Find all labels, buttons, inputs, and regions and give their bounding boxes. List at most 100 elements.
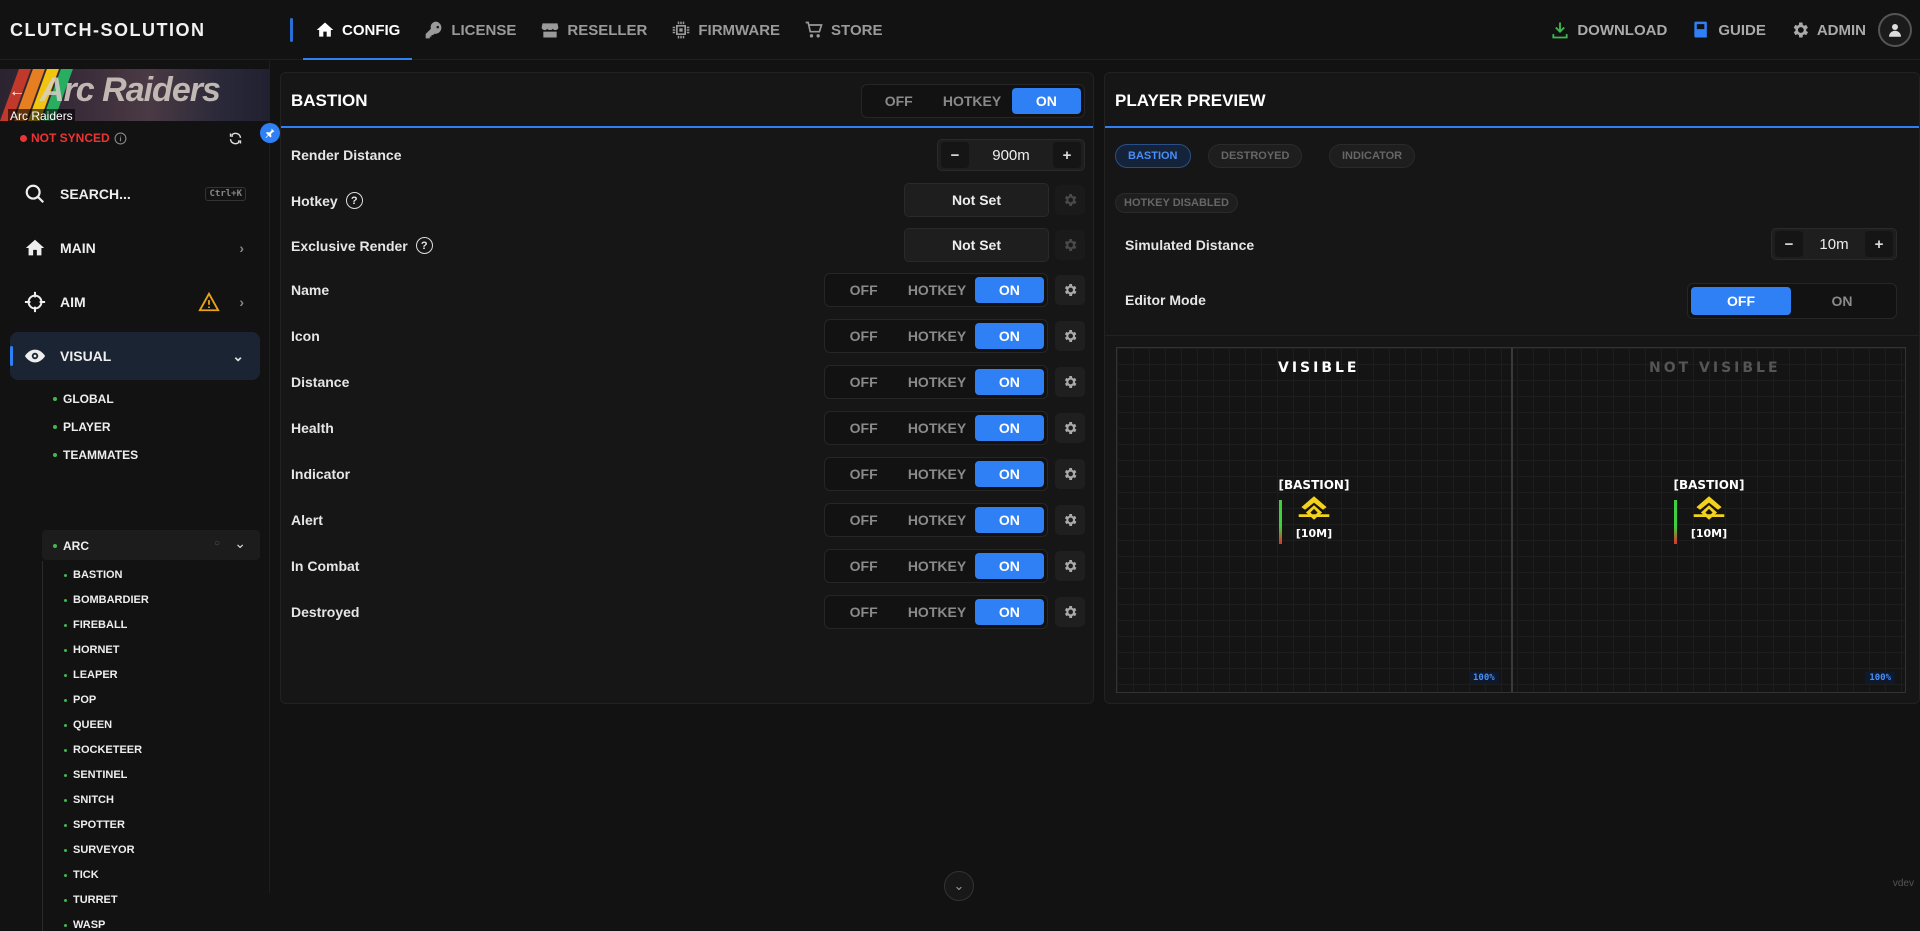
toggle-on[interactable]: ON [975, 277, 1044, 303]
sidebar-leaf-snitch[interactable]: SNITCH [64, 794, 114, 806]
toggle-off[interactable]: OFF [828, 369, 899, 395]
gear-icon[interactable] [1055, 321, 1085, 351]
toggle-on[interactable]: ON [975, 369, 1044, 395]
gear-icon[interactable] [1055, 551, 1085, 581]
increment-button[interactable]: + [1053, 142, 1081, 168]
preview-tab-indicator[interactable]: INDICATOR [1329, 144, 1415, 168]
preview-tab-bastion[interactable]: BASTION [1115, 144, 1191, 168]
toggle-on[interactable]: ON [975, 461, 1044, 487]
in-combat-row: In CombatOFFHOTKEYON [281, 546, 1099, 586]
zoom-badge[interactable]: 100% [1865, 672, 1895, 684]
sidebar-item-aim[interactable]: AIM › [10, 278, 260, 326]
toggle-hotkey[interactable]: HOTKEY [899, 553, 974, 579]
simulated-distance-value[interactable]: 10m [1806, 236, 1862, 253]
gear-icon[interactable] [1055, 413, 1085, 443]
gear-icon[interactable] [1055, 597, 1085, 627]
help-icon[interactable]: ? [416, 237, 433, 254]
sidebar-leaf-pop[interactable]: POP [64, 694, 96, 706]
gear-icon [1055, 230, 1085, 260]
sidebar-item-main[interactable]: MAIN › [10, 224, 260, 272]
sidebar-search[interactable]: SEARCH... Ctrl+K [10, 170, 260, 218]
sidebar-leaf-turret[interactable]: TURRET [64, 894, 118, 906]
user-avatar[interactable] [1878, 13, 1912, 47]
sidebar-sub-global[interactable]: GLOBAL [53, 392, 114, 406]
nav-config[interactable]: CONFIG [303, 0, 412, 60]
sidebar-sub-player[interactable]: PLAYER [53, 420, 111, 434]
sidebar-leaf-sentinel[interactable]: SENTINEL [64, 769, 127, 781]
increment-button[interactable]: + [1865, 231, 1893, 257]
icon-row: IconOFFHOTKEYON [281, 316, 1099, 356]
nav-firmware[interactable]: FIRMWARE [659, 0, 792, 60]
toggle-off[interactable]: OFF [828, 507, 899, 533]
editor-mode-on[interactable]: ON [1791, 287, 1893, 315]
tree-line [42, 561, 43, 931]
pin-icon[interactable] [260, 123, 280, 143]
sidebar-leaf-wasp[interactable]: WASP [64, 919, 105, 931]
indicator-row: IndicatorOFFHOTKEYON [281, 454, 1099, 494]
sidebar-leaf-tick[interactable]: TICK [64, 869, 99, 881]
scroll-down-button[interactable]: ⌄ [944, 871, 974, 901]
gear-icon[interactable] [1055, 367, 1085, 397]
sidebar-leaf-fireball[interactable]: FIREBALL [64, 619, 127, 631]
chevron-down-icon[interactable]: ⌄ [234, 535, 246, 552]
sidebar-leaf-spotter[interactable]: SPOTTER [64, 819, 125, 831]
zoom-badge[interactable]: 100% [1469, 672, 1499, 684]
toggle-hotkey[interactable]: HOTKEY [899, 323, 974, 349]
toggle-hotkey[interactable]: HOTKEY [899, 461, 974, 487]
hotkey-bind-button[interactable]: Not Set [904, 183, 1049, 217]
mode-hotkey[interactable]: HOTKEY [932, 88, 1011, 114]
decrement-button[interactable]: − [941, 142, 969, 168]
help-icon[interactable]: ? [346, 192, 363, 209]
decrement-button[interactable]: − [1775, 231, 1803, 257]
toggle-on[interactable]: ON [975, 507, 1044, 533]
refresh-icon[interactable] [228, 131, 243, 151]
sidebar-leaf-rocketeer[interactable]: ROCKETEER [64, 744, 142, 756]
sidebar-leaf-hornet[interactable]: HORNET [64, 644, 119, 656]
toggle-on[interactable]: ON [975, 553, 1044, 579]
sidebar-leaf-bombardier[interactable]: BOMBARDIER [64, 594, 149, 606]
toggle-off[interactable]: OFF [828, 553, 899, 579]
sidebar-leaf-surveyor[interactable]: SURVEYOR [64, 844, 135, 856]
toggle-on[interactable]: ON [975, 599, 1044, 625]
toggle-hotkey[interactable]: HOTKEY [899, 507, 974, 533]
toggle-hotkey[interactable]: HOTKEY [899, 369, 974, 395]
toggle-off[interactable]: OFF [828, 461, 899, 487]
info-icon[interactable] [114, 132, 127, 145]
sidebar-sub-arc[interactable]: ARC ○ ⌄ [42, 530, 260, 560]
toggle-on[interactable]: ON [975, 415, 1044, 441]
gear-icon[interactable] [1055, 459, 1085, 489]
sidebar-leaf-leaper[interactable]: LEAPER [64, 669, 118, 681]
nav-license[interactable]: LICENSE [412, 0, 528, 60]
toggle-off[interactable]: OFF [828, 277, 899, 303]
toggle-off[interactable]: OFF [828, 599, 899, 625]
brand-logo[interactable]: CLUTCH-SOLUTION [10, 20, 205, 41]
sidebar-leaf-queen[interactable]: QUEEN [64, 719, 112, 731]
sidebar-item-visual[interactable]: VISUAL ⌄ [10, 332, 260, 380]
nav-reseller[interactable]: RESELLER [528, 0, 659, 60]
toggle-off[interactable]: OFF [828, 323, 899, 349]
preview-canvas[interactable]: VISIBLE NOT VISIBLE [BASTION] [10M] [BAS… [1116, 347, 1906, 693]
render-distance-value[interactable]: 900m [972, 147, 1050, 164]
toggle-on[interactable]: ON [975, 323, 1044, 349]
toggle-hotkey[interactable]: HOTKEY [899, 599, 974, 625]
toggle-off[interactable]: OFF [828, 415, 899, 441]
game-banner[interactable]: Arc Raiders ← Arc Raiders [0, 69, 270, 121]
sidebar-leaf-label: SENTINEL [73, 769, 127, 781]
mode-on[interactable]: ON [1012, 88, 1081, 114]
exclusive-render-row: Exclusive Render? Not Set [281, 225, 1099, 265]
back-arrow-icon[interactable]: ← [9, 83, 25, 101]
download-link[interactable]: DOWNLOAD [1538, 20, 1679, 40]
admin-link[interactable]: ADMIN [1778, 20, 1878, 40]
toggle-hotkey[interactable]: HOTKEY [899, 277, 974, 303]
editor-mode-off[interactable]: OFF [1691, 287, 1791, 315]
nav-store[interactable]: STORE [792, 0, 894, 60]
preview-tab-destroyed[interactable]: DESTROYED [1208, 144, 1302, 168]
guide-link[interactable]: GUIDE [1679, 20, 1778, 40]
gear-icon[interactable] [1055, 275, 1085, 305]
exclusive-render-bind-button[interactable]: Not Set [904, 228, 1049, 262]
mode-off[interactable]: OFF [865, 88, 932, 114]
toggle-hotkey[interactable]: HOTKEY [899, 415, 974, 441]
gear-icon[interactable] [1055, 505, 1085, 535]
sidebar-leaf-bastion[interactable]: BASTION [64, 569, 123, 581]
sidebar-sub-teammates[interactable]: TEAMMATES [53, 448, 138, 462]
